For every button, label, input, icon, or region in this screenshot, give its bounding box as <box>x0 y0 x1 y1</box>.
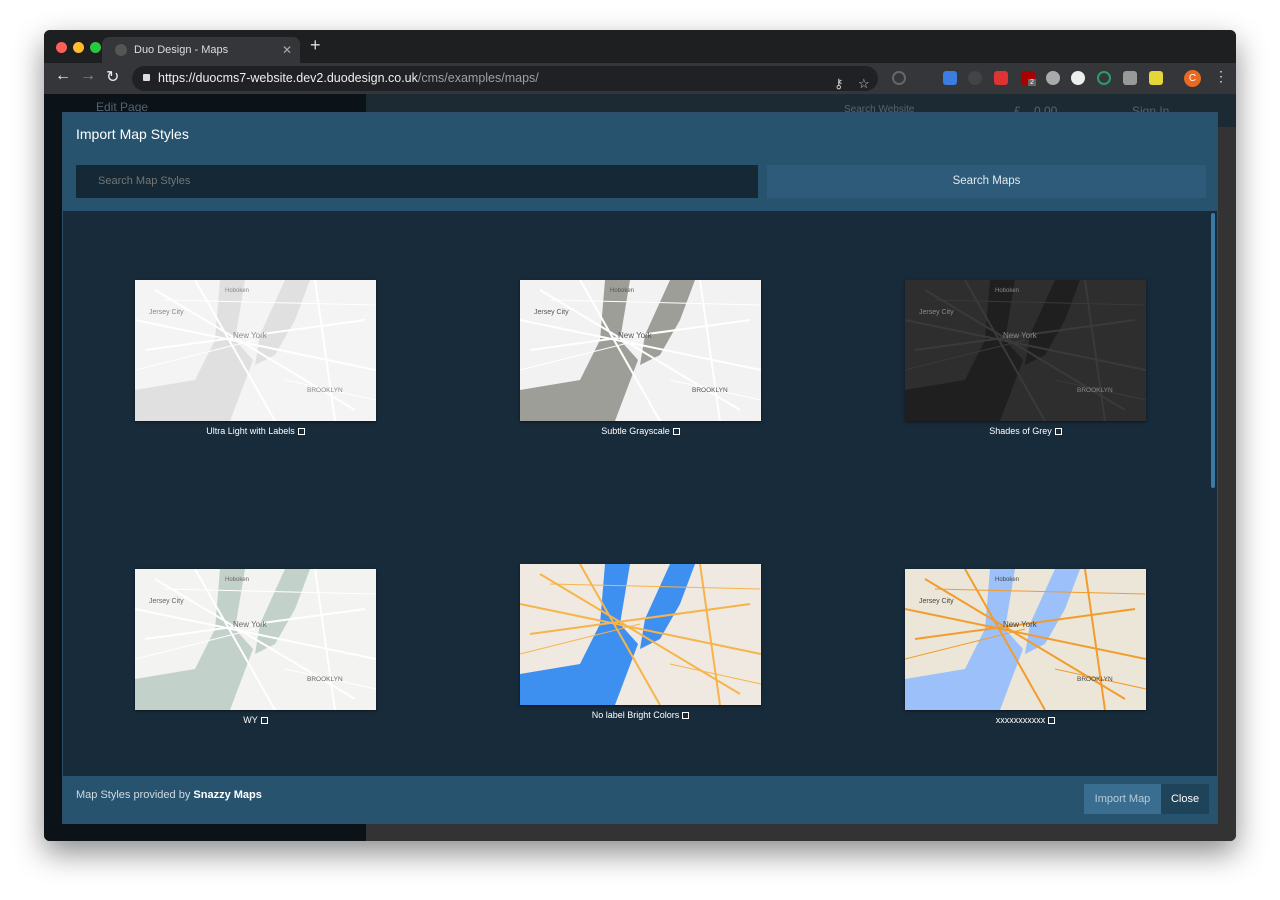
map-style-card[interactable]: Hoboken Jersey City New York BROOKLYN Sub… <box>520 280 761 436</box>
map-label: Hoboken <box>225 288 249 294</box>
minimize-window-button[interactable] <box>73 42 84 53</box>
map-style-label[interactable]: xxxxxxxxxxx <box>996 715 1046 725</box>
external-link-icon[interactable] <box>297 428 305 436</box>
map-thumbnail[interactable] <box>520 564 761 705</box>
map-label: Hoboken <box>225 577 249 583</box>
credit-text: Map Styles provided by Snazzy Maps <box>76 789 262 801</box>
globe-icon <box>115 44 127 56</box>
map-style-label[interactable]: No label Bright Colors <box>592 710 680 720</box>
extension-icon[interactable] <box>1097 71 1111 85</box>
map-label: Hoboken <box>995 577 1019 583</box>
map-label: Jersey City <box>534 309 569 316</box>
ublock-icon[interactable]: 2 <box>1021 71 1036 86</box>
external-link-icon[interactable] <box>1048 717 1056 725</box>
extension-icon[interactable] <box>943 71 957 85</box>
back-icon[interactable]: ← <box>55 67 71 85</box>
map-style-card[interactable]: Hoboken Jersey City New York BROOKLYN Ult… <box>135 280 376 436</box>
map-thumbnail[interactable]: Hoboken Jersey City New York BROOKLYN <box>905 569 1146 710</box>
external-link-icon[interactable] <box>682 712 690 720</box>
close-window-button[interactable] <box>56 42 67 53</box>
map-style-name[interactable]: xxxxxxxxxxx <box>905 715 1146 725</box>
map-style-card[interactable]: No label Bright Colors <box>520 564 761 720</box>
browser-toolbar: ← → ↻ https://duocms7-website.dev2.duode… <box>44 63 1236 94</box>
import-map-button[interactable]: Import Map <box>1084 784 1161 814</box>
url-host: https://duocms7-website.dev2.duodesign.c… <box>158 71 418 85</box>
map-style-label[interactable]: Subtle Grayscale <box>601 426 670 436</box>
external-link-icon[interactable] <box>1054 428 1062 436</box>
map-style-name[interactable]: Subtle Grayscale <box>520 426 761 436</box>
map-style-card[interactable]: Hoboken Jersey City New York BROOKLYN xxx… <box>905 569 1146 725</box>
map-label: BROOKLYN <box>307 676 343 683</box>
map-label: Jersey City <box>149 309 184 316</box>
map-label: BROOKLYN <box>1077 387 1113 394</box>
credit-prefix: Map Styles provided by <box>76 789 194 801</box>
browser-tab[interactable]: Duo Design - Maps ✕ <box>102 37 300 63</box>
extension-icon[interactable] <box>1123 71 1137 85</box>
url-path: /cms/examples/maps/ <box>417 71 539 85</box>
modal-header: Import Map Styles Search Map s <box>63 113 1217 211</box>
extension-icon[interactable] <box>1149 71 1163 85</box>
page-content: Edit Page Search Website £ 0.00 Sign In … <box>44 94 1236 841</box>
map-style-label[interactable]: WY <box>243 715 258 725</box>
browser-menu-icon[interactable]: ⋮ <box>1214 68 1228 85</box>
browser-window: Duo Design - Maps ✕ + ← → ↻ https://duoc… <box>44 30 1236 841</box>
profile-avatar[interactable]: C <box>1184 70 1201 87</box>
map-thumbnail[interactable]: Hoboken Jersey City New York BROOKLYN <box>520 280 761 421</box>
extension-icon[interactable] <box>1046 71 1060 85</box>
map-label: Jersey City <box>149 598 184 605</box>
map-label: New York <box>1003 620 1038 629</box>
map-thumbnail[interactable]: Hoboken Jersey City New York BROOKLYN <box>135 280 376 421</box>
external-link-icon[interactable] <box>672 428 680 436</box>
map-label: BROOKLYN <box>307 387 343 394</box>
map-style-name[interactable]: Ultra Light with Labels <box>135 426 376 436</box>
new-tab-button[interactable]: + <box>310 35 321 56</box>
maximize-window-button[interactable] <box>90 42 101 53</box>
modal-title: Import Map Styles <box>76 126 189 142</box>
extension-icon[interactable] <box>1071 71 1085 85</box>
map-label: Hoboken <box>610 288 634 294</box>
map-thumbnail[interactable]: Hoboken Jersey City New York BROOKLYN <box>135 569 376 710</box>
map-style-card[interactable]: Hoboken Jersey City New York BROOKLYN Sha… <box>905 280 1146 436</box>
close-tab-icon[interactable]: ✕ <box>282 37 292 63</box>
close-button[interactable]: Close <box>1161 784 1209 814</box>
search-maps-button[interactable]: Search Maps <box>767 165 1206 198</box>
map-label: New York <box>1003 331 1038 340</box>
map-label: BROOKLYN <box>1077 676 1113 683</box>
tab-bar: Duo Design - Maps ✕ + <box>44 30 1236 63</box>
snazzy-maps-link[interactable]: Snazzy Maps <box>193 789 261 801</box>
forward-icon[interactable]: → <box>80 67 96 85</box>
scrollbar[interactable] <box>1211 213 1215 488</box>
reload-icon[interactable]: ↻ <box>106 67 119 87</box>
map-label: New York <box>233 620 268 629</box>
map-label: New York <box>618 331 653 340</box>
map-style-name[interactable]: No label Bright Colors <box>520 710 761 720</box>
search-map-styles-input[interactable] <box>76 165 758 198</box>
extension-icon[interactable] <box>968 71 982 85</box>
external-link-icon[interactable] <box>260 717 268 725</box>
map-label: Jersey City <box>919 598 954 605</box>
modal-footer: Map Styles provided by Snazzy Maps Impor… <box>63 776 1217 823</box>
tab-title: Duo Design - Maps <box>134 44 229 56</box>
map-style-name[interactable]: WY <box>135 715 376 725</box>
map-label: Jersey City <box>919 309 954 316</box>
extension-icon[interactable] <box>994 71 1008 85</box>
map-style-label[interactable]: Ultra Light with Labels <box>206 426 295 436</box>
extension-badge: 2 <box>1028 79 1036 86</box>
map-label: Hoboken <box>995 288 1019 294</box>
map-style-name[interactable]: Shades of Grey <box>905 426 1146 436</box>
map-style-label[interactable]: Shades of Grey <box>989 426 1052 436</box>
map-label: BROOKLYN <box>692 387 728 394</box>
extension-timer-icon[interactable] <box>892 71 906 85</box>
lock-icon <box>143 74 150 81</box>
bookmark-star-icon[interactable]: ☆ <box>858 71 870 96</box>
import-map-styles-modal: Import Map Styles Search Maps Hoboken Je… <box>62 112 1218 824</box>
key-icon[interactable]: ⚷ <box>834 71 844 96</box>
map-label: New York <box>233 331 268 340</box>
map-thumbnail[interactable]: Hoboken Jersey City New York BROOKLYN <box>905 280 1146 421</box>
map-style-card[interactable]: Hoboken Jersey City New York BROOKLYN WY <box>135 569 376 725</box>
address-bar[interactable]: https://duocms7-website.dev2.duodesign.c… <box>132 66 878 91</box>
